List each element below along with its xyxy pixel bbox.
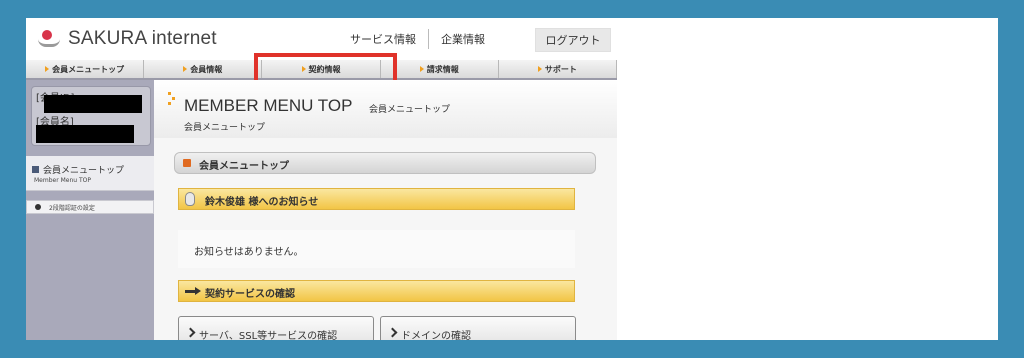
title-dots-icon	[168, 92, 176, 106]
tab-support[interactable]: サポート	[498, 60, 618, 78]
nav-divider	[428, 29, 429, 49]
circle-arrow-icon	[35, 204, 41, 210]
tab-billing-info[interactable]: 請求情報	[380, 60, 499, 78]
sidebar-item-sublabel: Member Menu TOP	[34, 177, 91, 184]
top-nav: サービス情報 企業情報	[342, 28, 493, 50]
left-sidebar: [会員ID] [会員名] 会員メニュートップ Member Menu TOP 2…	[26, 80, 154, 340]
sidebar-item-label: 2段階認証の設定	[49, 205, 95, 212]
tab-label: 会員メニュートップ	[52, 64, 125, 74]
notice-heading: 鈴木俊雄 様へのお知らせ	[178, 188, 575, 210]
tab-member-menu-top[interactable]: 会員メニュートップ	[26, 60, 145, 78]
tab-label: 会員情報	[190, 64, 223, 74]
tab-label: 請求情報	[426, 64, 459, 74]
sakura-logo[interactable]: SAKURA internet	[38, 24, 217, 54]
sidebar-item-label: 会員メニュートップ	[43, 166, 125, 176]
notice-title: 鈴木俊雄 様へのお知らせ	[205, 197, 319, 208]
section-heading: 会員メニュートップ	[174, 152, 596, 174]
check-domains-button[interactable]: ドメインの確認	[380, 316, 576, 340]
page-title: MEMBER MENU TOP	[184, 96, 353, 115]
main-content: MEMBER MENU TOP 会員メニュートップ 会員メニュートップ 会員メニ…	[154, 80, 617, 340]
tab-arrow-icon	[537, 66, 542, 72]
notice-message: お知らせはありません。	[194, 247, 304, 258]
check-server-services-button[interactable]: サーバ、SSL等サービスの確認	[178, 316, 374, 340]
tab-arrow-icon	[45, 66, 50, 72]
tab-member-info[interactable]: 会員情報	[144, 60, 263, 78]
sidebar-item-member-menu-top[interactable]: 会員メニュートップ Member Menu TOP	[26, 156, 154, 191]
chevron-right-icon	[387, 327, 398, 338]
button-label: ドメインの確認	[401, 331, 471, 340]
company-info-link[interactable]: 企業情報	[433, 31, 493, 47]
notice-body: お知らせはありません。	[178, 230, 575, 268]
tab-arrow-icon	[301, 66, 306, 72]
page-header: MEMBER MENU TOP 会員メニュートップ 会員メニュートップ	[154, 80, 617, 138]
page-subtitle: 会員メニュートップ	[184, 123, 266, 133]
tab-contract-info[interactable]: 契約情報	[262, 60, 381, 78]
member-info-box: [会員ID] [会員名]	[31, 86, 151, 146]
service-info-link[interactable]: サービス情報	[342, 31, 424, 47]
browser-screen: SAKURA internet サービス情報 企業情報 ログアウト 会員メニュー…	[26, 18, 998, 340]
contract-title: 契約サービスの確認	[205, 289, 295, 300]
tab-label: サポート	[544, 64, 577, 74]
tab-arrow-icon	[419, 66, 424, 72]
tab-label: 契約情報	[308, 64, 341, 74]
contract-heading: 契約サービスの確認	[178, 280, 575, 302]
sidebar-item-two-factor[interactable]: 2段階認証の設定	[26, 200, 154, 214]
logout-button[interactable]: ログアウト	[535, 28, 611, 52]
main-tab-bar: 会員メニュートップ 会員情報 契約情報 請求情報 サポート	[26, 60, 618, 80]
arrow-right-icon	[185, 287, 201, 295]
chevron-right-icon	[185, 327, 196, 338]
button-label: サーバ、SSL等サービスの確認	[199, 331, 338, 340]
member-name-redaction	[36, 125, 134, 143]
tab-arrow-icon	[183, 66, 188, 72]
member-id-redaction	[44, 95, 142, 113]
brand-name: SAKURA internet	[68, 28, 217, 49]
notice-bulb-icon	[185, 192, 195, 206]
section-square-icon	[183, 159, 191, 167]
sakura-logo-icon	[38, 30, 62, 48]
section-title: 会員メニュートップ	[199, 161, 289, 172]
menu-square-icon	[32, 166, 39, 173]
page-title-jp: 会員メニュートップ	[369, 105, 451, 115]
